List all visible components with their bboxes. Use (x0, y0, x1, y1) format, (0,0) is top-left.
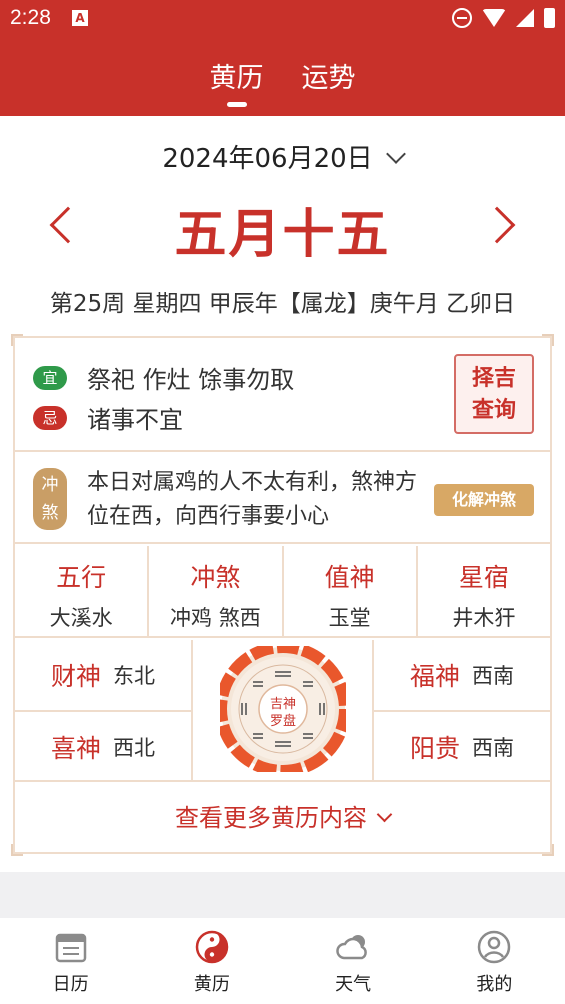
grid-value: 玉堂 (328, 606, 371, 630)
user-icon (478, 930, 511, 964)
god-xishen[interactable]: 喜神 西北 (15, 712, 191, 782)
god-direction: 西北 (113, 736, 155, 760)
zeji-line2: 查询 (471, 397, 516, 423)
compass-center-line2: 罗盘 (269, 714, 296, 729)
ji-badge: 忌 (33, 405, 67, 430)
chongsha-section: 冲 煞 本日对属鸡的人不太有利，煞神方位在西，向西行事要小心 化解冲煞 (15, 454, 550, 544)
nav-weather[interactable]: 天气 (283, 918, 424, 1004)
grid-title: 冲煞 (190, 563, 241, 592)
view-more-button[interactable]: 查看更多黄历内容 (15, 782, 550, 854)
chongsha-badge-line2: 煞 (41, 503, 59, 523)
divider (15, 710, 191, 712)
tab-yunshi[interactable]: 运势 (302, 56, 356, 104)
ji-row: 忌 诸事不宜 (33, 400, 183, 435)
chevron-down-icon (385, 144, 406, 164)
grid-title: 五行 (56, 563, 107, 592)
grid-item-zhishen[interactable]: 值神 玉堂 (284, 546, 418, 636)
nav-label: 日历 (52, 974, 89, 995)
yi-badge: 宜 (33, 365, 67, 390)
god-fushen[interactable]: 福神 西南 (374, 640, 550, 710)
divider (374, 710, 550, 712)
bottom-navigation: 日历 黄历 天气 我的 (0, 918, 565, 1004)
date-picker[interactable]: 2024年06月20日 (0, 138, 565, 175)
status-icons (452, 6, 555, 30)
grid-title: 星宿 (458, 563, 509, 592)
cloud-icon (336, 935, 367, 960)
chongsha-badge: 冲 煞 (33, 468, 67, 530)
yi-row: 宜 祭祀 作灶 馀事勿取 (33, 360, 294, 395)
god-direction: 西南 (472, 664, 514, 688)
grid-value: 大溪水 (49, 606, 113, 630)
nav-calendar[interactable]: 日历 (0, 918, 141, 1004)
god-title: 财神 (50, 662, 101, 691)
zeji-line1: 择吉 (471, 365, 516, 391)
chongsha-badge-line1: 冲 (41, 475, 59, 495)
yiji-section: 宜 祭祀 作灶 馀事勿取 忌 诸事不宜 择吉 查询 (15, 338, 550, 452)
resolve-chongsha-button[interactable]: 化解冲煞 (434, 484, 534, 516)
grid-value: 冲鸡 煞西 (170, 606, 261, 630)
grid-item-wuxing[interactable]: 五行 大溪水 (15, 546, 150, 636)
god-yanggui[interactable]: 阳贵 西南 (374, 712, 550, 782)
compass-center-line1: 吉神 (269, 697, 296, 712)
lunar-date: 五月十五 (174, 204, 391, 265)
god-title: 福神 (409, 662, 460, 691)
wifi-icon (482, 9, 506, 27)
chevron-down-icon (376, 806, 393, 823)
divider (191, 640, 193, 780)
cellular-signal-icon (516, 9, 534, 27)
status-bar: 2:28 A (0, 0, 565, 36)
yin-yang-icon (195, 930, 229, 964)
chongsha-text: 本日对属鸡的人不太有利，煞神方位在西，向西行事要小心 (87, 470, 418, 529)
grid-value: 井木犴 (452, 606, 516, 630)
yi-text: 祭祀 作灶 馀事勿取 (87, 366, 295, 394)
zeji-query-button[interactable]: 择吉 查询 (454, 354, 534, 434)
ji-text: 诸事不宜 (87, 406, 183, 434)
tab-huangli[interactable]: 黄历 (210, 56, 264, 107)
gods-section: 财神 东北 喜神 西北 福神 西南 阳贵 西南 吉神 罗盘 (15, 640, 550, 782)
notification-a-icon: A (72, 10, 88, 26)
nav-label: 天气 (335, 974, 372, 995)
almanac-card: 宜 祭祀 作灶 馀事勿取 忌 诸事不宜 择吉 查询 冲 煞 本日对属鸡的人不太有… (11, 334, 554, 856)
nav-label: 黄历 (193, 974, 230, 995)
god-direction: 西南 (472, 736, 514, 760)
grid-title: 值神 (324, 563, 375, 592)
do-not-disturb-icon (452, 8, 472, 28)
calendar-icon (55, 933, 86, 963)
battery-icon (544, 8, 555, 28)
compass-center-label: 吉神 罗盘 (220, 696, 346, 730)
spacer (0, 872, 565, 918)
header-tabs: 黄历 运势 (0, 56, 565, 107)
grid-item-chongsha[interactable]: 冲煞 冲鸡 煞西 (149, 546, 284, 636)
nav-label: 我的 (476, 974, 513, 995)
grid-item-xingxiu[interactable]: 星宿 井木犴 (418, 546, 550, 636)
status-time: 2:28 (10, 6, 51, 29)
nav-huangli[interactable]: 黄历 (141, 918, 282, 1004)
god-title: 喜神 (50, 734, 101, 763)
god-direction: 东北 (113, 664, 155, 688)
info-grid: 五行 大溪水 冲煞 冲鸡 煞西 值神 玉堂 星宿 井木犴 (15, 546, 550, 638)
view-more-label: 查看更多黄历内容 (175, 804, 367, 832)
god-title: 阳贵 (409, 734, 460, 763)
ganzhi-info: 第25周 星期四 甲辰年【属龙】庚午月 乙卯日 (49, 291, 516, 317)
nav-profile[interactable]: 我的 (424, 918, 565, 1004)
god-caishen[interactable]: 财神 东北 (15, 640, 191, 710)
solar-date: 2024年06月20日 (162, 144, 373, 174)
app-header: 2:28 A 黄历 运势 (0, 0, 565, 116)
